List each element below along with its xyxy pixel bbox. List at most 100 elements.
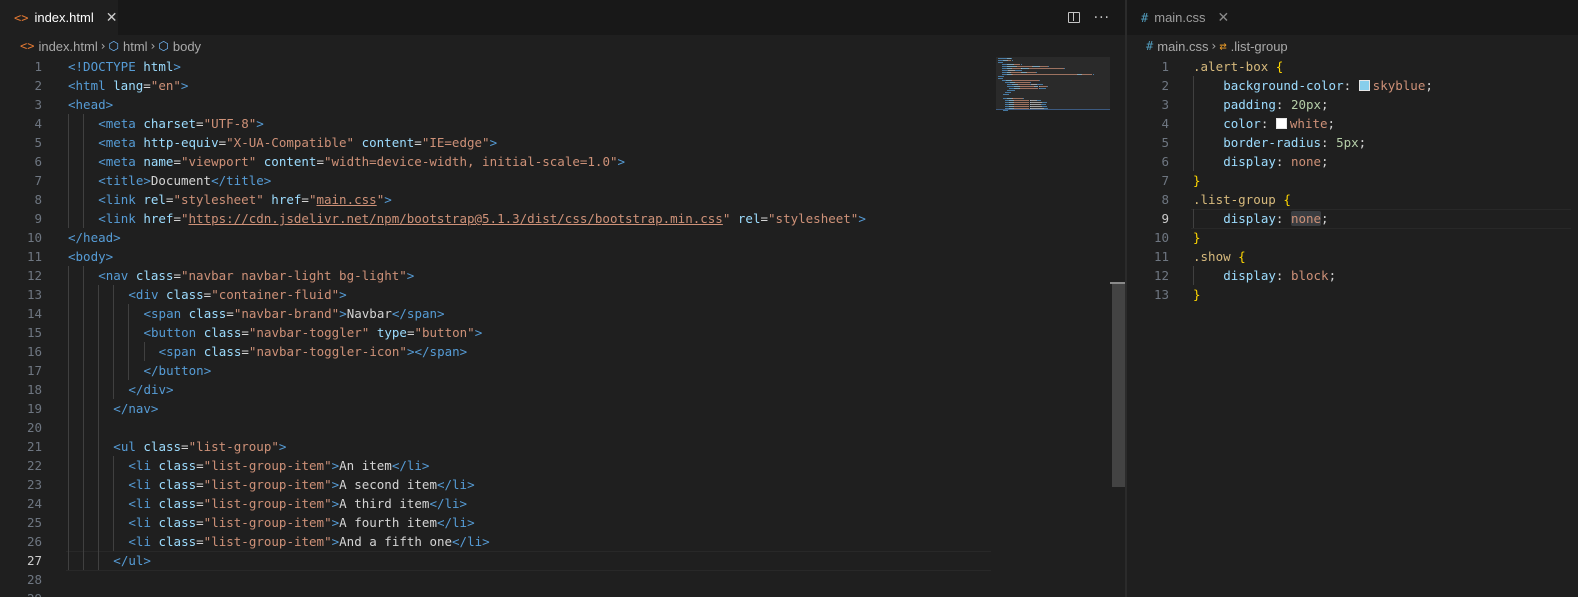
code-line[interactable]: 14 <span class="navbar-brand">Navbar</spa… <box>0 304 1126 323</box>
code-line[interactable]: 9 display: none; <box>1127 209 1578 228</box>
token-link: main.css <box>316 192 377 207</box>
token-str: "width=device-width, initial-scale=1.0" <box>324 154 618 169</box>
tab-bar: <> index.html ✕ ··· <box>0 0 1126 35</box>
line-number: 21 <box>26 439 42 454</box>
code-line[interactable]: 7 <title>Document</title> <box>0 171 1126 190</box>
code-line[interactable]: 8 <link rel="stylesheet" href="main.css"> <box>0 190 1126 209</box>
code-line[interactable]: 6 display: none; <box>1127 152 1578 171</box>
code-line[interactable]: 29 <box>0 589 1126 597</box>
indent-guide <box>113 285 115 399</box>
code-line[interactable]: 6 <meta name="viewport" content="width=de… <box>0 152 1126 171</box>
code-line[interactable]: 15 <button class="navbar-toggler" type="b… <box>0 323 1126 342</box>
code-line[interactable]: 21 <ul class="list-group"> <box>0 437 1126 456</box>
color-swatch[interactable] <box>1275 118 1287 129</box>
token-text: = <box>196 116 204 131</box>
token-text: = <box>173 211 181 226</box>
code-line[interactable]: 4 <meta charset="UTF-8"> <box>0 114 1126 133</box>
minimap-token <box>1007 86 1015 87</box>
token-prop: display <box>1223 154 1276 169</box>
indent-guide <box>1193 266 1194 285</box>
code-line[interactable]: 9 <link href="https://cdn.jsdelivr.net/np… <box>0 209 1126 228</box>
token-text: = <box>173 154 181 169</box>
code-line[interactable]: 2 <html lang="en"> <box>0 76 1126 95</box>
close-icon[interactable]: ✕ <box>106 10 118 26</box>
minimap-token <box>1003 110 1008 111</box>
token-attr: charset <box>143 116 197 131</box>
token-text: = <box>241 344 249 359</box>
code-line[interactable]: 2 background-color: skyblue; <box>1127 76 1578 95</box>
code-line[interactable]: 24 <li class="list-group-item">A third it… <box>0 494 1126 513</box>
code-text: </head> <box>68 228 121 247</box>
code-line[interactable]: 5 <meta http-equiv="X-UA-Compatible" cont… <box>0 133 1126 152</box>
split-editor-icon[interactable] <box>1067 12 1080 23</box>
tab-main-css[interactable]: # main.css ✕ <box>1127 0 1247 35</box>
scrollbar-thumb[interactable] <box>1112 283 1125 487</box>
token-text: And a fifth one <box>339 534 453 549</box>
code-line[interactable]: 5 border-radius: 5px; <box>1127 133 1578 152</box>
code-line[interactable]: 4 color: white; <box>1127 114 1578 133</box>
code-line[interactable]: 20 <box>0 418 1126 437</box>
code-line[interactable]: 10} <box>1127 228 1578 247</box>
breadcrumb-label: body <box>172 38 202 54</box>
code-line[interactable]: 8 .list-group { <box>1127 190 1578 209</box>
indent-guide <box>1193 209 1194 228</box>
code-line[interactable]: 23 <li class="list-group-item">A second i… <box>0 475 1126 494</box>
token-text: = <box>760 211 769 226</box>
minimap-token <box>1020 64 1022 65</box>
line-number: 13 <box>1153 287 1169 302</box>
line-number: 5 <box>34 135 42 150</box>
token-tag: > <box>256 116 264 131</box>
token-tag: <li <box>128 534 159 549</box>
code-line[interactable]: 16 <span class="navbar-toggler-icon"></sp… <box>0 342 1126 361</box>
code-line[interactable]: 12 <nav class="navbar navbar-light bg-lig… <box>0 266 1126 285</box>
code-line[interactable]: 7} <box>1127 171 1578 190</box>
more-actions-icon[interactable]: ··· <box>1094 10 1110 26</box>
code-line[interactable]: 25 <li class="list-group-item">A fourth i… <box>0 513 1126 532</box>
code-line[interactable]: 11 .show { <box>1127 247 1578 266</box>
code-line[interactable]: 28 <box>0 570 1126 589</box>
code-editor-css[interactable]: 1 .alert-box {2 background-color: skyblue;… <box>1127 57 1578 597</box>
code-line[interactable]: 13 <div class="container-fluid"> <box>0 285 1126 304</box>
breadcrumb-item-html[interactable]: ⬡ html <box>109 39 148 54</box>
editor-group-right: # main.css ✕ # main.css › ⇄ .list-group … <box>1127 0 1578 597</box>
code-line[interactable]: 11 <body> <box>0 247 1126 266</box>
code-line[interactable]: 27 </ul> <box>0 551 1126 570</box>
code-line[interactable]: 1 <!DOCTYPE html> <box>0 57 1126 76</box>
line-number: 15 <box>26 325 42 340</box>
token-punc: : <box>1321 135 1337 150</box>
breadcrumb-item-selector[interactable]: ⇄ .list-group <box>1219 39 1287 54</box>
token-tag: </button> <box>143 363 212 378</box>
token-tag: > <box>331 534 340 549</box>
code-line[interactable]: 19 </nav> <box>0 399 1126 418</box>
token-str: "navbar navbar-light bg-light" <box>181 268 407 283</box>
token-tag: </li> <box>436 515 475 530</box>
token-brace: { <box>1283 192 1291 207</box>
code-line[interactable]: 26 <li class="list-group-item">And a fift… <box>0 532 1126 551</box>
code-line[interactable]: 13} <box>1127 285 1578 304</box>
code-line[interactable]: 3 <head> <box>0 95 1126 114</box>
code-line[interactable]: 22 <li class="list-group-item">An item</l… <box>0 456 1126 475</box>
code-line[interactable]: 12 display: block; <box>1127 266 1578 285</box>
token-tag: <li <box>128 477 159 492</box>
token-tag: > <box>180 78 189 93</box>
code-line[interactable]: 17 </button> <box>0 361 1126 380</box>
token-tag: </li> <box>429 496 468 511</box>
code-line[interactable]: 3 padding: 20px; <box>1127 95 1578 114</box>
code-line[interactable]: 10 </head> <box>0 228 1126 247</box>
breadcrumb-item-file[interactable]: # main.css <box>1146 39 1209 54</box>
close-icon[interactable]: ✕ <box>1218 10 1230 26</box>
code-text: display: none; <box>1223 209 1329 228</box>
css-file-icon: # <box>1146 39 1154 53</box>
tab-index-html[interactable]: <> index.html ✕ <box>0 0 118 35</box>
breadcrumb-item-body[interactable]: ⬡ body <box>158 39 201 54</box>
breadcrumb-item-file[interactable]: <> index.html <box>20 39 98 54</box>
code-text: <meta http-equiv="X-UA-Compatible" conte… <box>98 133 497 152</box>
token-text: = <box>196 477 204 492</box>
minimap[interactable] <box>998 57 1110 177</box>
token-tag: </li> <box>391 458 430 473</box>
code-line[interactable]: 1 .alert-box { <box>1127 57 1578 76</box>
minimap-token <box>1038 80 1040 81</box>
code-editor-html[interactable]: 1 <!DOCTYPE html> 2 <html lang="en"> 3 <head>… <box>0 57 1126 597</box>
code-line[interactable]: 18 </div> <box>0 380 1126 399</box>
color-swatch[interactable] <box>1358 80 1370 91</box>
